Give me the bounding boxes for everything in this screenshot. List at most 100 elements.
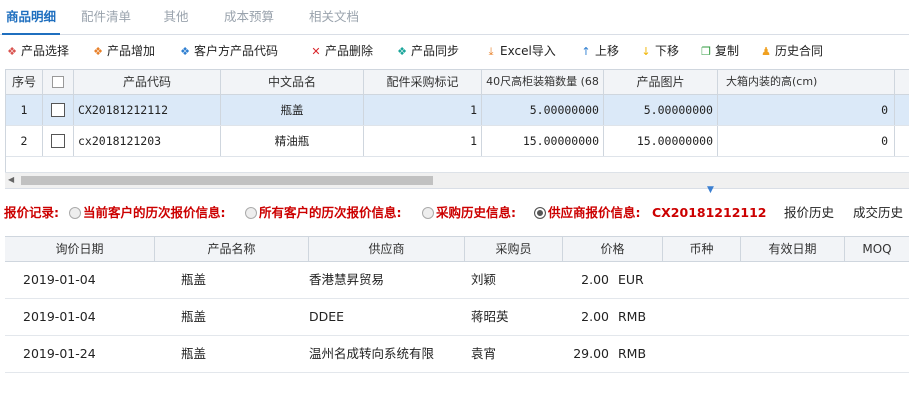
scroll-left-icon[interactable]: ◀	[8, 175, 14, 184]
radio-selected-icon[interactable]	[534, 206, 546, 219]
col-seq: 序号	[6, 70, 43, 94]
product-sync-button[interactable]: ❖ 产品同步	[396, 35, 459, 67]
col-inquiry-date[interactable]: 询价日期	[5, 237, 155, 261]
buyer-name: 蒋昭英	[471, 309, 509, 324]
chinese-name[interactable]: 精油瓶	[221, 126, 364, 156]
radio-icon[interactable]	[422, 206, 434, 219]
chinese-name[interactable]: 瓶盖	[221, 95, 364, 125]
currency-value: RMB	[618, 309, 647, 324]
radio-icon[interactable]	[245, 206, 257, 219]
col-buyer[interactable]: 采购员	[465, 237, 563, 261]
parts-purchase-mark[interactable]: 1	[364, 95, 482, 125]
copy-icon: ❐	[701, 45, 711, 58]
product-image-value[interactable]: 15.00000000	[604, 126, 718, 156]
carton-height[interactable]: 0	[718, 95, 895, 125]
delete-x-icon: ✕	[311, 45, 321, 58]
inquiry-date: 2019-01-04	[23, 309, 96, 324]
toolbar: ❖ 产品选择 ❖ 产品增加 ❖ 客户方产品代码 ✕ 产品删除 ❖ 产品同步 ⤓ Excel导…	[0, 35, 909, 67]
product-grid: 序号 产品代码 中文品名 配件采购标记 40尺高柜装箱数量 (68 产品图片 大…	[5, 69, 909, 189]
supplier-quote-header: 询价日期 产品名称 供应商 采购员 价格 币种 有效日期 MOQ	[5, 237, 909, 262]
inquiry-date: 2019-01-24	[23, 346, 96, 361]
select-all-checkbox[interactable]	[52, 75, 64, 88]
col-moq[interactable]: MOQ	[845, 237, 909, 261]
table-row[interactable]: 2019-01-24 瓶盖 温州名成转向系统有限 袁宵 29.00 RMB	[5, 335, 909, 373]
col-select-all[interactable]	[43, 70, 74, 94]
col-parts-purchase-mark[interactable]: 配件采购标记	[364, 70, 482, 94]
col-40ft-qty[interactable]: 40尺高柜装箱数量 (68	[482, 70, 604, 94]
col-product-name[interactable]: 产品名称	[155, 237, 309, 261]
carton-height[interactable]: 0	[718, 126, 895, 156]
supplier-name: 香港慧昇贸易	[309, 272, 385, 287]
box-orange-icon: ❖	[93, 45, 103, 58]
inquiry-date: 2019-01-04	[23, 272, 96, 287]
col-carton-height[interactable]: 大箱内装的高(cm)	[718, 70, 895, 94]
move-down-button[interactable]: ↓ 下移	[640, 35, 679, 67]
parts-purchase-mark[interactable]: 1	[364, 126, 482, 156]
product-add-button[interactable]: ❖ 产品增加	[92, 35, 155, 67]
splitter-caret-icon[interactable]: ▼	[707, 185, 714, 195]
tab-cost-budget[interactable]: 成本预算	[214, 0, 284, 34]
customer-product-code-button[interactable]: ❖ 客户方产品代码	[179, 35, 278, 67]
price-value: 2.00	[581, 309, 609, 324]
excel-import-button[interactable]: ⤓ Excel导入	[485, 35, 556, 67]
supplier-name: 温州名成转向系统有限	[309, 346, 435, 361]
col-currency[interactable]: 币种	[663, 237, 741, 261]
col-valid-date[interactable]: 有效日期	[741, 237, 845, 261]
product-select-button[interactable]: ❖ 产品选择	[6, 35, 69, 67]
quote-history-button[interactable]: 报价历史	[784, 196, 834, 230]
scrollbar-thumb[interactable]	[21, 176, 433, 185]
table-row[interactable]: 2 cx2018121203 精油瓶 1 15.00000000 15.0000…	[6, 126, 909, 157]
supplier-quote-grid: 询价日期 产品名称 供应商 采购员 价格 币种 有效日期 MOQ 2019-01…	[5, 236, 909, 373]
arrow-up-icon: ↑	[581, 45, 591, 58]
buyer-name: 袁宵	[471, 346, 497, 361]
row-checkbox[interactable]	[51, 133, 65, 148]
tab-bar: 商品明细 配件清单 其他 成本预算 相关文档	[0, 0, 909, 35]
history-user-icon: ♟	[761, 45, 771, 58]
box-teal-icon: ❖	[397, 45, 407, 58]
product-code[interactable]: cx2018121203	[74, 126, 221, 156]
deal-history-button[interactable]: 成交历史	[853, 196, 903, 230]
move-up-button[interactable]: ↑ 上移	[580, 35, 619, 67]
table-row[interactable]: 2019-01-04 瓶盖 DDEE 蒋昭英 2.00 RMB	[5, 298, 909, 336]
product-grid-header: 序号 产品代码 中文品名 配件采购标记 40尺高柜装箱数量 (68 产品图片 大…	[6, 70, 909, 95]
tab-parts-list[interactable]: 配件清单	[72, 0, 140, 34]
col-chinese-name[interactable]: 中文品名	[221, 70, 364, 94]
buyer-name: 刘颖	[471, 272, 497, 287]
col-product-code[interactable]: 产品代码	[74, 70, 221, 94]
radio-current-customer[interactable]: 当前客户的历次报价信息:	[66, 196, 226, 230]
radio-icon[interactable]	[69, 206, 81, 219]
history-contract-button[interactable]: ♟ 历史合同	[760, 35, 823, 67]
price-value: 2.00	[581, 272, 609, 287]
radio-purchase-history[interactable]: 采购历史信息:	[419, 196, 516, 230]
product-image-value[interactable]: 5.00000000	[604, 95, 718, 125]
arrow-down-icon: ↓	[641, 45, 651, 58]
table-row[interactable]: 1 CX20181212112 瓶盖 1 5.00000000 5.000000…	[6, 95, 909, 126]
tab-other[interactable]: 其他	[152, 0, 200, 34]
col-supplier[interactable]: 供应商	[309, 237, 465, 261]
tab-product-details[interactable]: 商品明细	[0, 0, 62, 35]
radio-all-customers[interactable]: 所有客户的历次报价信息:	[242, 196, 402, 230]
product-code[interactable]: CX20181212112	[74, 95, 221, 125]
currency-value: RMB	[618, 346, 647, 361]
tab-related-docs[interactable]: 相关文档	[297, 0, 371, 34]
currency-value: EUR	[618, 272, 644, 287]
product-name: 瓶盖	[181, 309, 207, 324]
copy-button[interactable]: ❐ 复制	[700, 35, 739, 67]
table-row[interactable]: 2019-01-04 瓶盖 香港慧昇贸易 刘颖 2.00 EUR	[5, 261, 909, 299]
horizontal-scrollbar[interactable]: ◀	[5, 172, 909, 188]
qty-40ft[interactable]: 5.00000000	[482, 95, 604, 125]
supplier-name: DDEE	[309, 309, 345, 324]
selected-product-code: CX20181212112	[652, 205, 767, 220]
box-red-icon: ❖	[7, 45, 17, 58]
col-price[interactable]: 价格	[563, 237, 663, 261]
splitter[interactable]	[5, 188, 909, 189]
product-delete-button[interactable]: ✕ 产品删除	[310, 35, 373, 67]
product-name: 瓶盖	[181, 346, 207, 361]
row-seq: 2	[6, 126, 43, 156]
quote-records-bar: 报价记录: 当前客户的历次报价信息: 所有客户的历次报价信息: 采购历史信息: …	[0, 196, 909, 230]
row-checkbox[interactable]	[51, 102, 65, 117]
qty-40ft[interactable]: 15.00000000	[482, 126, 604, 156]
radio-supplier-quote[interactable]: 供应商报价信息:	[531, 196, 641, 230]
product-name: 瓶盖	[181, 272, 207, 287]
col-product-image[interactable]: 产品图片	[604, 70, 718, 94]
